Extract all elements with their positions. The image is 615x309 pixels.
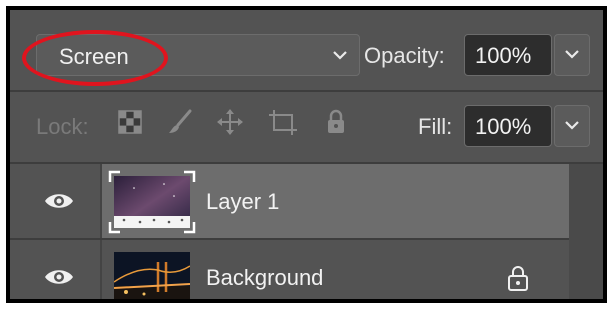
layer-thumbnail <box>114 252 190 299</box>
opacity-label: Opacity: <box>364 43 445 68</box>
lock-transparent-pixels-icon[interactable] <box>116 108 144 136</box>
blend-mode-value: Screen <box>59 44 129 69</box>
scrollbar-track[interactable] <box>569 164 603 299</box>
fill-value: 100% <box>475 114 532 139</box>
opacity-field[interactable]: 100% <box>464 34 552 76</box>
layer-row-background[interactable]: Background <box>10 240 573 299</box>
layer-lock-icon <box>506 264 530 297</box>
fill-label: Fill: <box>418 114 453 139</box>
layer-name: Background <box>206 265 324 290</box>
lock-position-move-icon[interactable] <box>216 108 244 136</box>
layer-name: Layer 1 <box>206 189 280 214</box>
eye-icon[interactable] <box>44 191 74 211</box>
selection-corners-icon <box>108 170 196 234</box>
layers-panel: Screen Opacity: 100% Lock: Fill: 100% La… <box>6 6 607 303</box>
lock-fill-row: Lock: Fill: 100% <box>10 92 603 160</box>
eye-icon[interactable] <box>44 267 74 287</box>
blend-mode-dropdown[interactable]: Screen <box>36 34 360 76</box>
fill-field[interactable]: 100% <box>464 105 552 147</box>
chevron-down-icon <box>555 114 589 142</box>
chevron-down-icon <box>331 44 349 72</box>
lock-artboard-icon[interactable] <box>268 108 297 136</box>
chevron-down-icon <box>555 43 589 71</box>
layer-row-layer-1[interactable]: Layer 1 <box>10 164 573 238</box>
lock-label: Lock: <box>36 114 89 139</box>
blend-opacity-row: Screen Opacity: 100% <box>10 10 603 90</box>
lock-all-padlock-icon[interactable] <box>322 108 350 136</box>
lock-image-pixels-brush-icon[interactable] <box>166 108 194 136</box>
opacity-dropdown-button[interactable] <box>554 34 590 76</box>
opacity-value: 100% <box>475 43 532 68</box>
fill-dropdown-button[interactable] <box>554 105 590 147</box>
